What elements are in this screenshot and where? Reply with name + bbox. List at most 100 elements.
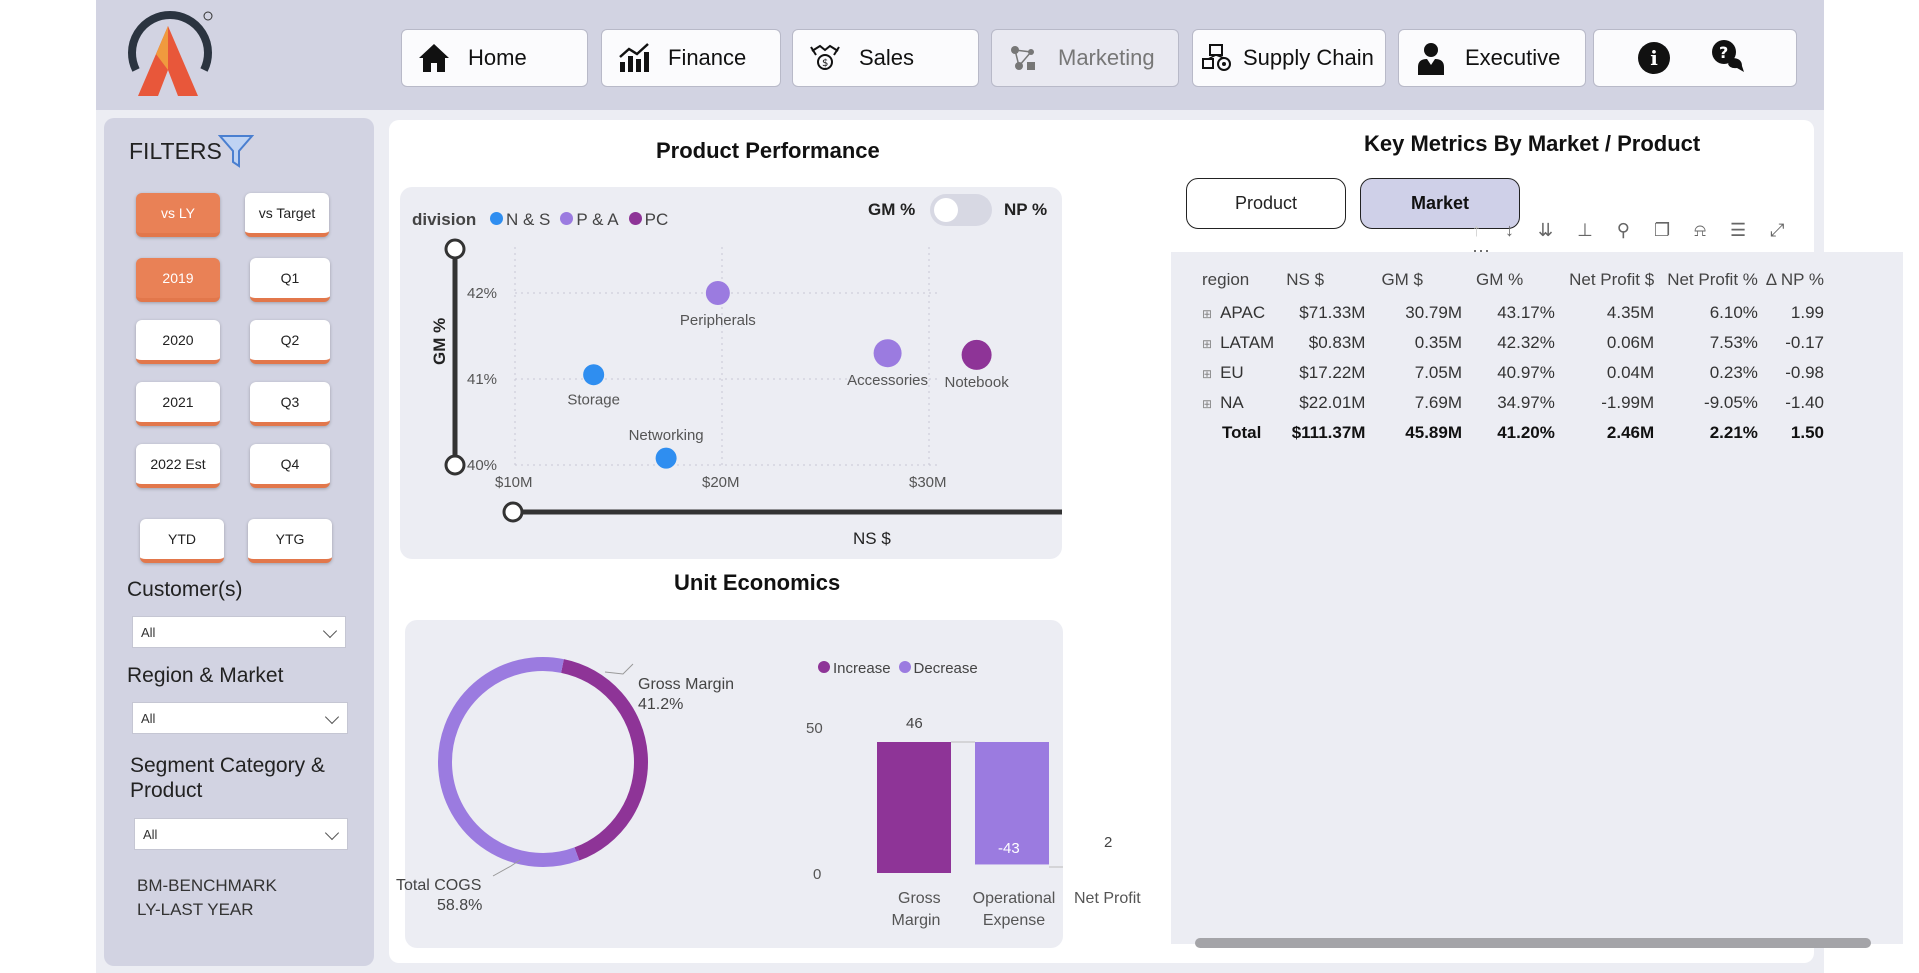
- vs-ly-button[interactable]: vs LY: [136, 193, 220, 237]
- nav-home-button[interactable]: Home: [401, 29, 588, 87]
- col-ns-header[interactable]: NS $: [1286, 262, 1381, 298]
- table-row[interactable]: ⊞ EU $17.22M 7.05M 40.97% 0.04M 0.23% -0.98: [1196, 358, 1824, 388]
- chevron-down-icon: [324, 709, 340, 725]
- customer-dropdown[interactable]: All: [132, 616, 346, 648]
- scatter-point-label: Storage: [567, 392, 620, 409]
- waterfall-cat-net-profit: Net Profit: [1074, 890, 1141, 907]
- drill-down-icon[interactable]: ↓: [1505, 220, 1514, 241]
- scatter-point-label: Accessories: [847, 372, 928, 389]
- region-name: EU: [1220, 363, 1244, 382]
- expand-hierarchy-icon[interactable]: ⊥: [1577, 220, 1593, 241]
- supply-chain-icon: [1199, 40, 1235, 76]
- pin-icon[interactable]: ⚲: [1617, 220, 1630, 241]
- col-gm-pct-header[interactable]: GM %: [1476, 262, 1555, 298]
- table-row[interactable]: ⊞ APAC $71.33M 30.79M 43.17% 4.35M 6.10% 1.99: [1196, 298, 1824, 328]
- col-np-pct-header[interactable]: Net Profit %: [1654, 262, 1758, 298]
- svg-text:$: $: [822, 58, 828, 69]
- x-axis-label: NS $: [853, 529, 891, 548]
- segment-dropdown-value: All: [143, 826, 158, 842]
- segment-dropdown[interactable]: All: [134, 818, 348, 850]
- row-value-cell: -1.99M: [1601, 393, 1655, 412]
- filters-sidebar: FILTERS vs LY vs Target 2019 2020 2021 2…: [104, 118, 374, 966]
- donut-leader-cogs: [492, 859, 521, 877]
- col-gm-header[interactable]: GM $: [1381, 262, 1476, 298]
- nav-sales-button[interactable]: $ Sales: [792, 29, 979, 87]
- table-row[interactable]: ⊞ NA $22.01M 7.69M 34.97% -1.99M -9.05% -1.40: [1196, 388, 1824, 418]
- col-np-header[interactable]: Net Profit $: [1555, 262, 1654, 298]
- table-row[interactable]: ⊞ LATAM $0.83M 0.35M 42.32% 0.06M 7.53% -0.17: [1196, 328, 1824, 358]
- donut-gm-value: 41.2%: [638, 696, 684, 713]
- app-window: Home Finance $ Sales Marketing Supply Ch…: [96, 0, 1903, 973]
- expand-row-icon[interactable]: ⊞: [1202, 367, 1212, 381]
- scatter-point-accessories: [873, 339, 902, 368]
- scatter-point-label: Networking: [629, 427, 704, 444]
- row-value-cell: 42.32%: [1497, 333, 1555, 352]
- waterfall-legend: Increase Decrease: [818, 660, 978, 677]
- ytg-button[interactable]: YTG: [248, 519, 332, 563]
- quarter-q2-button[interactable]: Q2: [250, 320, 330, 364]
- company-logo: [128, 11, 213, 96]
- expand-all-down-icon[interactable]: ⇊: [1538, 220, 1553, 241]
- row-value-cell: $0.83M: [1308, 333, 1366, 352]
- vs-target-button[interactable]: vs Target: [245, 193, 329, 237]
- segment-filter-label-line2: Product: [130, 779, 203, 802]
- copy-icon[interactable]: ❐: [1654, 220, 1670, 241]
- nav-finance-button[interactable]: Finance: [601, 29, 781, 87]
- alert-bell-icon[interactable]: ⍾: [1694, 220, 1706, 241]
- col-region-header[interactable]: region: [1196, 262, 1286, 298]
- total-value-cell: 1.50: [1790, 423, 1824, 442]
- row-value-cell: 1.99: [1790, 303, 1824, 322]
- nav-executive-button[interactable]: Executive: [1398, 29, 1586, 87]
- quarter-q1-button[interactable]: Q1: [250, 258, 330, 302]
- nav-executive-label: Executive: [1465, 45, 1561, 70]
- x-tick-label: $10M: [495, 474, 533, 491]
- row-value-cell: -1.40: [1785, 393, 1824, 412]
- expand-row-icon[interactable]: ⊞: [1202, 307, 1212, 321]
- executive-person-icon: [1413, 40, 1449, 76]
- region-dropdown[interactable]: All: [132, 702, 348, 734]
- horizontal-scrollbar[interactable]: [1195, 938, 1871, 948]
- chevron-down-icon: [322, 623, 338, 639]
- scatter-point-networking: [655, 447, 677, 469]
- col-delta-np-header[interactable]: Δ NP %: [1758, 262, 1824, 298]
- nav-marketing-label: Marketing: [1058, 45, 1155, 70]
- row-value-cell: 0.35M: [1414, 333, 1462, 352]
- filter-lines-icon[interactable]: ☰: [1730, 220, 1746, 241]
- key-metrics-table: region NS $ GM $ GM % Net Profit $ Net P…: [1196, 262, 1824, 448]
- top-navigation-bar: Home Finance $ Sales Marketing Supply Ch…: [96, 0, 1824, 110]
- quarter-q3-button[interactable]: Q3: [250, 382, 330, 426]
- product-performance-scatter-chart: 42% 41% 40%$10M $20M $30M GM % NS $ Peripherals…: [430, 238, 1062, 548]
- x-tick-label: $20M: [702, 474, 740, 491]
- year-2021-button[interactable]: 2021: [136, 382, 220, 426]
- region-filter-label: Region & Market: [127, 664, 284, 687]
- expand-row-icon[interactable]: ⊞: [1202, 337, 1212, 351]
- y-range-slider-handle-top: [444, 238, 466, 260]
- marketing-icon: [1006, 40, 1042, 76]
- product-view-button[interactable]: Product: [1186, 178, 1346, 229]
- row-value-cell: 43.17%: [1497, 303, 1555, 322]
- nav-supply-chain-button[interactable]: Supply Chain: [1192, 29, 1386, 87]
- row-value-cell: $22.01M: [1299, 393, 1366, 412]
- waterfall-value-opex: -43: [998, 840, 1020, 857]
- nav-sales-label: Sales: [859, 45, 915, 70]
- nav-marketing-button[interactable]: Marketing: [991, 29, 1179, 87]
- year-2020-button[interactable]: 2020: [136, 320, 220, 364]
- expand-row-icon[interactable]: ⊞: [1202, 397, 1212, 411]
- drill-up-icon[interactable]: ↑: [1472, 220, 1481, 241]
- waterfall-cat-opex-2: Expense: [982, 912, 1046, 929]
- region-dropdown-value: All: [141, 710, 156, 726]
- info-icon[interactable]: i: [1638, 42, 1670, 74]
- ytd-button[interactable]: YTD: [140, 519, 224, 563]
- row-value-cell: -9.05%: [1704, 393, 1758, 412]
- focus-mode-icon[interactable]: ⤢: [1770, 220, 1784, 241]
- year-2019-button[interactable]: 2019: [136, 258, 220, 302]
- quarter-q4-button[interactable]: Q4: [250, 444, 330, 488]
- x-range-slider-handle-left: [502, 501, 524, 523]
- filter-funnel-icon[interactable]: [218, 134, 254, 168]
- region-name: LATAM: [1220, 333, 1275, 352]
- help-chat-icon[interactable]: ?: [1710, 38, 1746, 80]
- waterfall-y-tick-50: 50: [806, 720, 823, 737]
- year-2022-est-button[interactable]: 2022 Est: [136, 444, 220, 488]
- customer-dropdown-value: All: [141, 624, 156, 640]
- total-value-cell: 2.21%: [1709, 423, 1758, 442]
